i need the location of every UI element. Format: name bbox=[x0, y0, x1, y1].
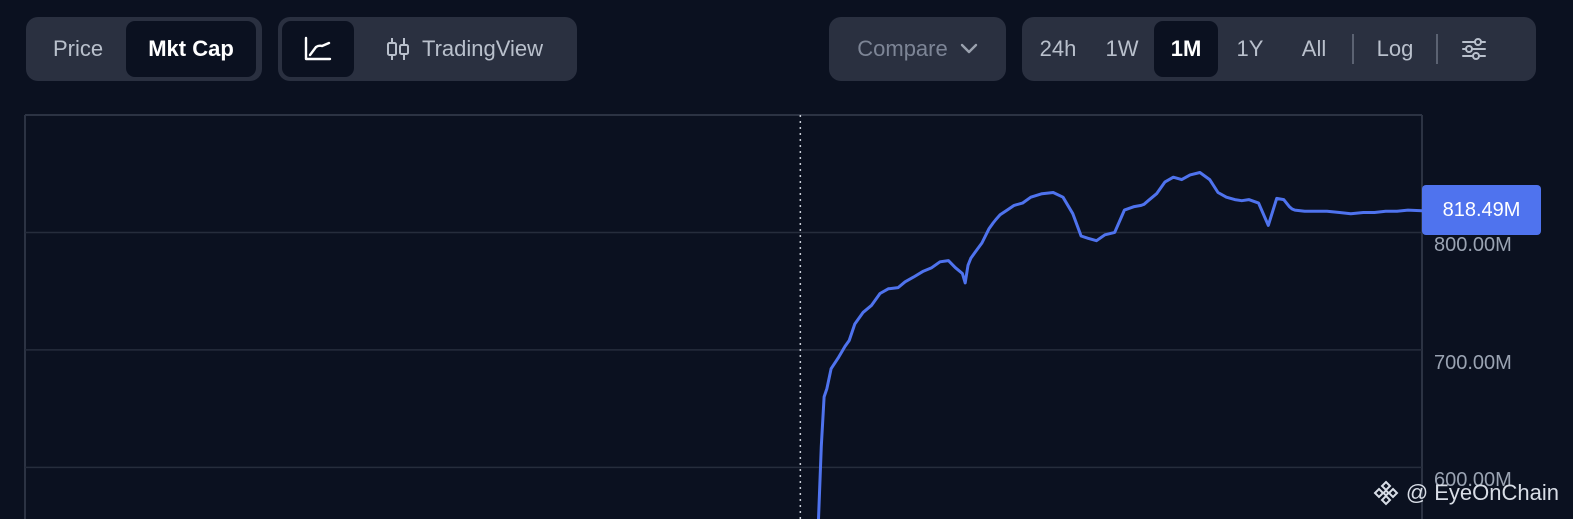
binance-logo-icon bbox=[1373, 480, 1399, 506]
y-tick-label: 800.00M bbox=[1434, 234, 1512, 257]
watermark-text: @ EyeOnChain bbox=[1405, 480, 1559, 505]
chart-plot-area[interactable] bbox=[0, 0, 1573, 519]
y-tick-label: 700.00M bbox=[1434, 351, 1512, 374]
watermark: @ EyeOnChain bbox=[1372, 479, 1559, 507]
market-cap-chart-page: Price Mkt Cap TradingView Compare 24h 1W… bbox=[0, 0, 1573, 519]
last-value-badge: 818.49M bbox=[1422, 185, 1541, 235]
